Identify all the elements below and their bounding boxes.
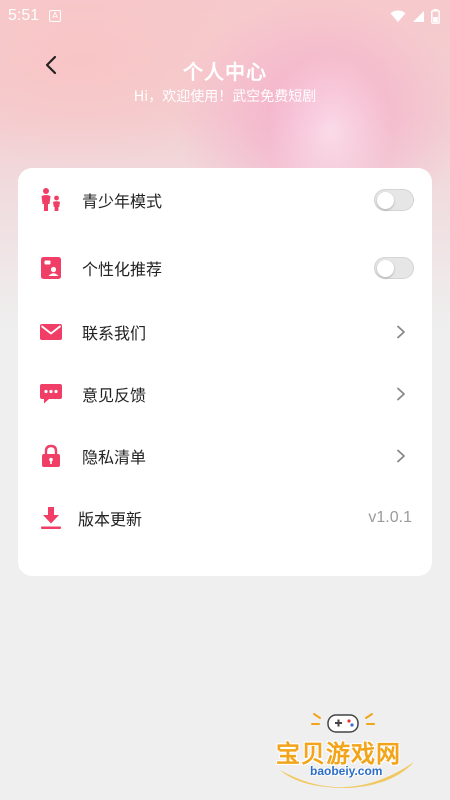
menu-item-label: 青少年模式 xyxy=(82,192,163,211)
menu-item-label: 联系我们 xyxy=(82,324,147,343)
download-icon xyxy=(38,505,64,531)
menu-item-contact-us[interactable]: 联系我们 xyxy=(18,302,432,362)
chevron-right-icon xyxy=(397,449,405,463)
chevron-right-icon xyxy=(397,387,405,401)
page-title: 个人中心 xyxy=(183,60,267,84)
menu-item-label: 个性化推荐 xyxy=(82,260,163,279)
signal-icon xyxy=(413,10,424,22)
menu-item-label: 隐私清单 xyxy=(82,448,147,467)
profile-card-icon xyxy=(38,255,64,281)
chat-bubble-icon xyxy=(38,381,64,407)
mail-icon xyxy=(38,319,64,345)
watermark-logo: 宝贝游戏网 baobeiy.com xyxy=(272,712,422,792)
menu-item-label: 意见反馈 xyxy=(82,386,147,405)
family-icon xyxy=(38,187,64,213)
page-subtitle: Hi，欢迎使用！武空免费短剧 xyxy=(133,89,317,105)
battery-icon xyxy=(431,8,440,24)
toggle-knob xyxy=(377,259,394,277)
personalized-recommendation-toggle[interactable] xyxy=(374,257,414,279)
settings-card: 青少年模式 个性化推荐 联系我们 意见反馈 隐私清单 版本更新 v1.0.1 xyxy=(18,168,432,576)
status-bar: 5:51 A xyxy=(0,0,450,32)
status-indicators xyxy=(390,8,440,24)
chevron-right-icon xyxy=(397,325,405,339)
menu-item-version-update[interactable]: 版本更新 v1.0.1 xyxy=(18,488,432,548)
app-notification-icon: A xyxy=(49,10,62,22)
status-time: 5:51 xyxy=(8,7,40,24)
lock-icon xyxy=(38,443,64,469)
menu-item-feedback[interactable]: 意见反馈 xyxy=(18,364,432,424)
menu-item-personalized-recommendation[interactable]: 个性化推荐 xyxy=(18,238,432,298)
toggle-knob xyxy=(377,191,394,209)
wifi-icon xyxy=(390,10,406,22)
watermark-url: baobeiy.com xyxy=(310,764,383,778)
menu-item-teen-mode[interactable]: 青少年模式 xyxy=(18,170,432,230)
teen-mode-toggle[interactable] xyxy=(374,189,414,211)
version-number: v1.0.1 xyxy=(368,509,412,526)
menu-item-privacy-list[interactable]: 隐私清单 xyxy=(18,426,432,486)
menu-item-label: 版本更新 xyxy=(78,510,143,529)
